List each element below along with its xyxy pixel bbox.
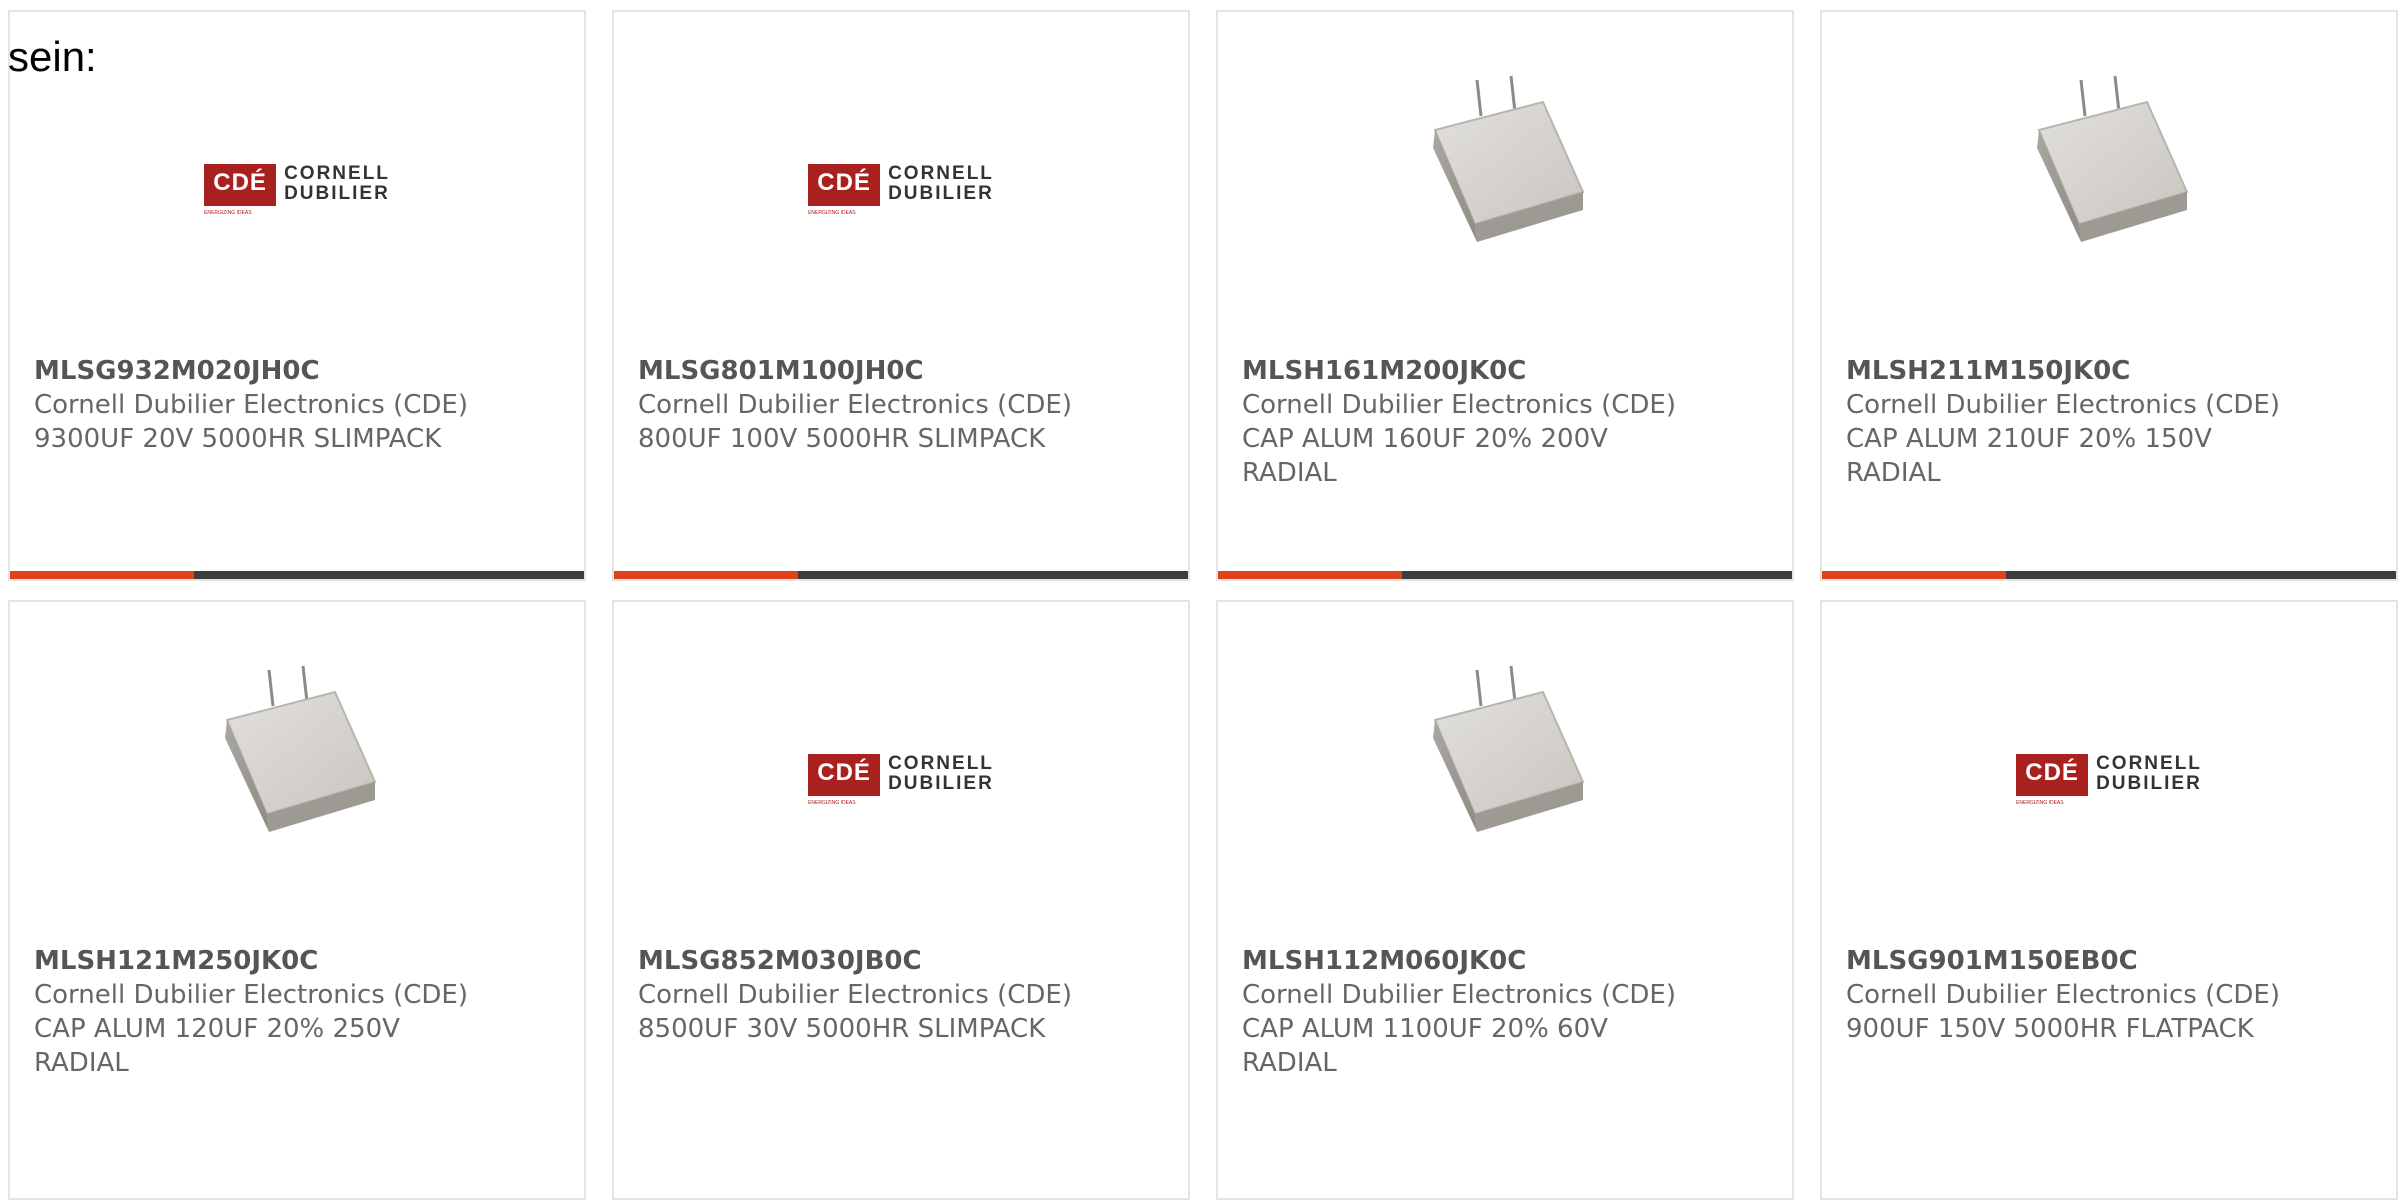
capacitor-image: [1433, 665, 1585, 832]
product-info: MLSG852M030JB0C Cornell Dubilier Electro…: [638, 944, 1078, 1046]
progress-fill: [1822, 571, 2006, 579]
product-info: MLSH112M060JK0C Cornell Dubilier Electro…: [1242, 944, 1682, 1080]
part-number[interactable]: MLSH161M200JK0C: [1242, 354, 1682, 388]
cde-logo-mark: CDÉ ENERGIZING IDEAS: [2016, 754, 2089, 806]
manufacturer: Cornell Dubilier Electronics (CDE): [638, 390, 1072, 420]
product-image: [1218, 642, 1792, 882]
cde-logo-wordmark: CORNELL DUBILIER: [888, 753, 994, 794]
description-line: RADIAL: [1846, 458, 1941, 488]
product-image: CDÉ ENERGIZING IDEAS CORNELL DUBILIER: [614, 52, 1188, 292]
capacitor-image: [2037, 75, 2189, 242]
cde-logo-mark: CDÉ ENERGIZING IDEAS: [204, 164, 277, 216]
product-card[interactable]: MLSH112M060JK0C Cornell Dubilier Electro…: [1216, 600, 1794, 1200]
manufacturer: Cornell Dubilier Electronics (CDE): [1846, 390, 2280, 420]
product-image: CDÉ ENERGIZING IDEAS CORNELL DUBILIER: [614, 642, 1188, 882]
manufacturer: Cornell Dubilier Electronics (CDE): [34, 390, 468, 420]
description-line: RADIAL: [34, 1048, 129, 1078]
progress-fill: [1218, 571, 1402, 579]
cde-logo-mark: CDÉ ENERGIZING IDEAS: [808, 164, 881, 216]
product-image: CDÉ ENERGIZING IDEAS CORNELL DUBILIER: [10, 52, 584, 292]
manufacturer: Cornell Dubilier Electronics (CDE): [34, 980, 468, 1010]
product-image: [1218, 52, 1792, 292]
product-info: MLSG801M100JH0C Cornell Dubilier Electro…: [638, 354, 1078, 456]
capacitor-image: [225, 665, 377, 832]
description-line: RADIAL: [1242, 1048, 1337, 1078]
part-number[interactable]: MLSG901M150EB0C: [1846, 944, 2286, 978]
product-info: MLSH161M200JK0C Cornell Dubilier Electro…: [1242, 354, 1682, 490]
product-card[interactable]: MLSH121M250JK0C Cornell Dubilier Electro…: [8, 600, 586, 1200]
product-info: MLSH211M150JK0C Cornell Dubilier Electro…: [1846, 354, 2286, 490]
manufacturer: Cornell Dubilier Electronics (CDE): [1846, 980, 2280, 1010]
progress-bar: [614, 571, 1188, 579]
product-info: MLSG901M150EB0C Cornell Dubilier Electro…: [1846, 944, 2286, 1046]
part-number[interactable]: MLSG932M020JH0C: [34, 354, 474, 388]
part-number[interactable]: MLSH112M060JK0C: [1242, 944, 1682, 978]
capacitor-image: [1433, 75, 1585, 242]
description-line: 800UF 100V 5000HR SLIMPACK: [638, 424, 1046, 454]
product-card[interactable]: CDÉ ENERGIZING IDEAS CORNELL DUBILIER MLSG8…: [612, 600, 1190, 1200]
product-grid: CDÉ ENERGIZING IDEAS CORNELL DUBILIER MLSG9…: [8, 10, 2400, 1200]
description-line: CAP ALUM 210UF 20% 150V: [1846, 424, 2212, 454]
description-line: 8500UF 30V 5000HR SLIMPACK: [638, 1014, 1046, 1044]
manufacturer: Cornell Dubilier Electronics (CDE): [1242, 390, 1676, 420]
cde-logo: CDÉ ENERGIZING IDEAS CORNELL DUBILIER: [808, 753, 994, 806]
cde-logo-wordmark: CORNELL DUBILIER: [888, 163, 994, 204]
product-image: [10, 642, 584, 882]
progress-fill: [614, 571, 798, 579]
page-heading: sein:: [8, 33, 97, 80]
description-line: CAP ALUM 120UF 20% 250V: [34, 1014, 400, 1044]
cde-logo-wordmark: CORNELL DUBILIER: [2096, 753, 2202, 794]
product-card[interactable]: CDÉ ENERGIZING IDEAS CORNELL DUBILIER MLSG8…: [612, 10, 1190, 581]
progress-bar: [1822, 571, 2396, 579]
part-number[interactable]: MLSH121M250JK0C: [34, 944, 474, 978]
description-line: 900UF 150V 5000HR FLATPACK: [1846, 1014, 2254, 1044]
cde-logo: CDÉ ENERGIZING IDEAS CORNELL DUBILIER: [808, 163, 994, 216]
part-number[interactable]: MLSH211M150JK0C: [1846, 354, 2286, 388]
cde-logo-wordmark: CORNELL DUBILIER: [284, 163, 390, 204]
manufacturer: Cornell Dubilier Electronics (CDE): [638, 980, 1072, 1010]
part-number[interactable]: MLSG801M100JH0C: [638, 354, 1078, 388]
part-number[interactable]: MLSG852M030JB0C: [638, 944, 1078, 978]
product-card[interactable]: MLSH211M150JK0C Cornell Dubilier Electro…: [1820, 10, 2398, 581]
cde-logo: CDÉ ENERGIZING IDEAS CORNELL DUBILIER: [2016, 753, 2202, 806]
product-card[interactable]: MLSH161M200JK0C Cornell Dubilier Electro…: [1216, 10, 1794, 581]
progress-bar: [1218, 571, 1792, 579]
manufacturer: Cornell Dubilier Electronics (CDE): [1242, 980, 1676, 1010]
description-line: CAP ALUM 160UF 20% 200V: [1242, 424, 1608, 454]
progress-fill: [10, 571, 194, 579]
product-info: MLSG932M020JH0C Cornell Dubilier Electro…: [34, 354, 474, 456]
product-card[interactable]: CDÉ ENERGIZING IDEAS CORNELL DUBILIER MLSG9…: [8, 10, 586, 581]
progress-bar: [10, 571, 584, 579]
product-image: CDÉ ENERGIZING IDEAS CORNELL DUBILIER: [1822, 642, 2396, 882]
description-line: CAP ALUM 1100UF 20% 60V: [1242, 1014, 1608, 1044]
product-info: MLSH121M250JK0C Cornell Dubilier Electro…: [34, 944, 474, 1080]
product-image: [1822, 52, 2396, 292]
description-line: 9300UF 20V 5000HR SLIMPACK: [34, 424, 442, 454]
cde-logo: CDÉ ENERGIZING IDEAS CORNELL DUBILIER: [204, 163, 390, 216]
cde-logo-mark: CDÉ ENERGIZING IDEAS: [808, 754, 881, 806]
product-card[interactable]: CDÉ ENERGIZING IDEAS CORNELL DUBILIER MLSG9…: [1820, 600, 2398, 1200]
description-line: RADIAL: [1242, 458, 1337, 488]
